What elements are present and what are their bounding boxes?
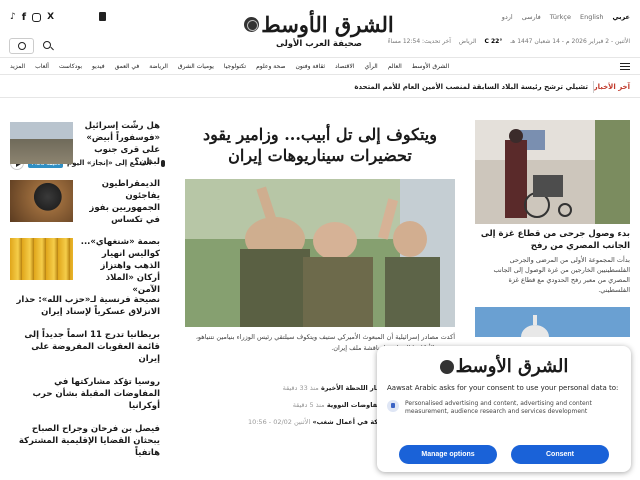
nav-item[interactable]: الشرق الأوسط [412,63,449,70]
tiktok-icon[interactable]: ♪ [10,13,16,22]
list-item[interactable]: نصيحة فرنسية لـ«حزب الله»: حذار الانزلاق… [10,294,160,318]
instagram-icon[interactable] [32,13,42,22]
lang-arabic[interactable]: عربي [612,13,630,21]
nav-item[interactable]: صحة وعلوم [256,63,285,70]
capitol-illustration [475,307,630,337]
menu-icon[interactable] [620,63,630,70]
nav-item[interactable]: في العمق [115,63,140,70]
consent-actions: Manage options Consent [399,445,609,464]
lang-urdu[interactable]: اردو [502,13,513,21]
hero-illustration [185,179,455,327]
update-time: آخر تحديث: 12:54 مساءً [387,38,451,45]
nav-item[interactable]: يوميات الشرق [178,63,214,70]
lang-farsi[interactable]: فارسی [522,13,541,21]
nav-item[interactable]: الاقتصاد [335,63,354,70]
nav-item[interactable]: تكنولوجيا [224,63,246,70]
date-text: الأثنين - 2 فبراير 2026 م - 14 شعبان 144… [510,38,630,45]
related-time: الأثنين 02/02 - 10:56 [247,418,311,426]
second-story-image[interactable] [475,307,630,337]
related-time: منذ 5 دقيقة [292,401,325,409]
social-links: ♪ f X [10,13,54,23]
consent-dialog: الشرق الأوسط Aawsat Arabic asks for your… [377,346,631,472]
ticker-divider [593,81,594,93]
news-title: هل رشّت إسرائيل «فوسفوراً أبيض» على قرى … [84,121,160,167]
globe-icon [244,17,260,32]
top-header: ♪ f X اردو فارسی Türkçe English عربي الش… [0,0,640,58]
news-thumbnail [10,122,73,164]
news-title: بصمة «شنغهاي»... كواليس انهيار الذهب واه… [80,237,160,295]
nav-item[interactable]: بودكاست [59,63,82,70]
facebook-icon[interactable]: f [22,13,26,23]
news-thumbnail [10,180,73,222]
news-thumbnail [10,238,73,280]
date-weather: الأثنين - 2 فبراير 2026 م - 14 شعبان 144… [388,38,630,45]
city: الرياض [458,38,477,45]
list-item[interactable]: فيصل بن فرحان وجراح الصباح يبحثان القضاي… [10,423,160,459]
logo-tagline: صحيفة العرب الأولى [275,39,363,49]
list-item[interactable]: روسيا تؤكد مشاركتها في المفاوضات المقبلة… [10,376,160,412]
consent-logo: الشرق الأوسط [387,356,621,377]
logo-text: الشرق الأوسط [261,12,394,37]
main-headline[interactable]: ويتكوف إلى تل أبيب... وزامير يقود تحضيرا… [185,124,455,166]
personal-data-icon [387,400,399,412]
list-item[interactable]: هل رشّت إسرائيل «فوسفوراً أبيض» على قرى … [10,120,160,178]
manage-options-button[interactable]: Manage options [399,445,497,464]
right-column: بدء وصول جرحى من قطاع غزة إلى الجانب الم… [475,120,630,337]
site-logo[interactable]: الشرق الأوسط صحيفة العرب الأولى [234,12,404,49]
epaper-icon[interactable] [99,12,106,21]
breaking-ticker: آخر الأخبار تشيلي ترشح رئيسة البلاد السا… [0,76,640,170]
consent-logo-text: الشرق الأوسط [455,356,569,377]
nav-item[interactable]: الرأي [365,63,378,70]
consent-purpose-text: Personalised advertising and content, ad… [405,400,592,415]
gaza-story-summary: بدأت المجموعة الأولى من المرضى والجرحى ا… [493,256,631,294]
list-item[interactable]: بريطانيا تدرج 11 اسماً جديداً إلى قائمة … [10,329,160,365]
microphone-icon [161,159,166,167]
temperature: 22° C [484,38,503,45]
nav-item[interactable]: فيديو [92,63,105,70]
nav-item[interactable]: الرياضة [149,63,168,70]
user-icon [17,42,26,50]
related-time: منذ 33 دقيقة [282,384,319,392]
consent-button[interactable]: Consent [511,445,609,464]
user-account-button[interactable] [9,38,34,54]
left-column: هل رشّت إسرائيل «فوسفوراً أبيض» على قرى … [10,120,160,470]
x-twitter-icon[interactable]: X [47,13,54,22]
consent-title: Aawsat Arabic asks for your consent to u… [387,384,619,392]
list-item[interactable]: الديمقراطيون يفاجئون الجمهوريين بفوز في … [10,178,160,236]
ticker-label: آخر الأخبار [593,83,630,91]
consent-purpose: Personalised advertising and content, ad… [387,400,621,416]
nav-item[interactable]: ثقافة وفنون [295,63,325,70]
main-nav: الشرق الأوسط العالم الرأي الاقتصاد ثقافة… [0,58,640,75]
globe-icon [439,359,454,374]
nav-item[interactable]: العالم [388,63,402,70]
gaza-story-image[interactable] [475,120,630,224]
search-icon[interactable] [43,41,51,49]
list-item[interactable]: بصمة «شنغهاي»... كواليس انهيار الذهب واه… [10,236,160,295]
news-title: الديمقراطيون يفاجئون الجمهوريين بفوز في … [89,179,160,225]
lang-turkish[interactable]: Türkçe [550,13,571,21]
lang-english[interactable]: English [580,13,603,21]
main-story-image[interactable] [185,179,455,327]
gaza-story-title[interactable]: بدء وصول جرحى من قطاع غزة إلى الجانب الم… [475,228,630,252]
nav-item[interactable]: ألعاب [35,63,49,70]
language-switcher: اردو فارسی Türkçe English عربي [502,13,630,21]
main-story: ويتكوف إلى تل أبيب... وزامير يقود تحضيرا… [185,120,455,426]
nav-item[interactable]: المزيد [10,63,25,70]
gaza-illustration [475,120,630,224]
ticker-headline[interactable]: تشيلي ترشح رئيسة البلاد السابقة لمنصب ال… [354,83,588,91]
